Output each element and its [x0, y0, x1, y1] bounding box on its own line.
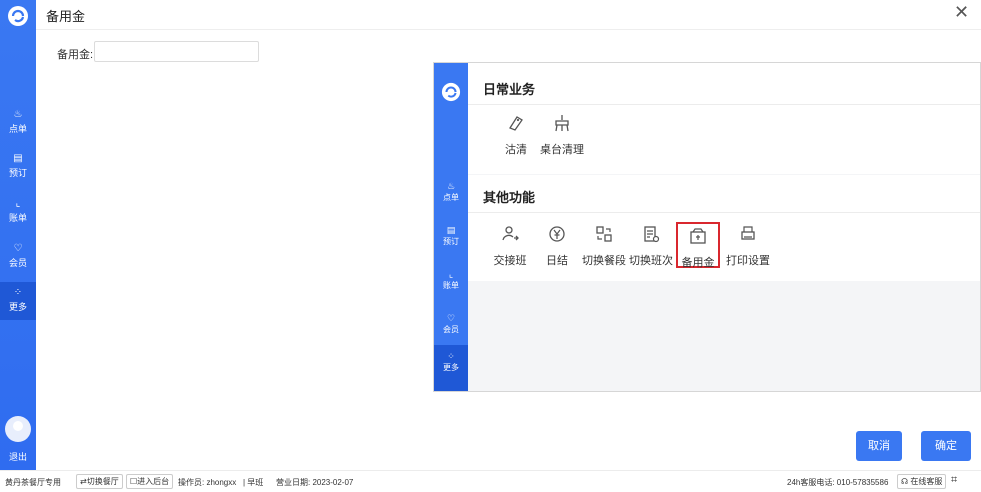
tile-switch-shift: 切换班次: [629, 224, 673, 268]
tile-label: 沽清: [505, 144, 527, 156]
nav-item-label: 账单: [8, 213, 27, 223]
online-service-button[interactable]: ☊ 在线客服: [897, 474, 947, 489]
embedded-nav-label: 预订: [443, 237, 459, 246]
section-title: 日常业务: [483, 82, 536, 97]
nav-item-label: 点单: [8, 124, 27, 134]
hotline: 24h客服电话: 010-57835586: [787, 478, 889, 487]
exit-button[interactable]: 退出: [0, 450, 36, 463]
swap-icon: [596, 226, 612, 242]
business-date: 营业日期: 2023-02-07: [276, 478, 354, 487]
tile-sold-out: 沽清: [494, 113, 538, 157]
tile-label: 备用金: [681, 257, 715, 269]
printer-icon: [741, 226, 755, 240]
calendar-icon: ▤: [13, 153, 23, 164]
nav-item-order[interactable]: ♨ 点单: [0, 104, 36, 142]
embedded-nav-item: ▤ 预订: [434, 219, 468, 255]
tile-print-settings: 打印设置: [726, 224, 770, 268]
nav-item-reserve[interactable]: ▤ 预订: [0, 148, 36, 186]
section-title: 其他功能: [483, 190, 536, 205]
tile-label: 交接班: [493, 255, 527, 267]
dish-icon: ♨: [13, 109, 23, 120]
yen-icon: [549, 226, 565, 242]
nav-item-label: 更多: [8, 302, 27, 312]
tile-switch-period: 切换餐段: [582, 224, 626, 268]
grid-icon: ⁘: [13, 287, 23, 298]
user-swap-icon: [502, 226, 519, 241]
status-bar: 黄丹茶餐厅专用 ⇄切换餐厅 ☐进入后台 操作员: zhongxx | 早班 营业…: [0, 470, 981, 492]
avatar[interactable]: [5, 416, 31, 442]
tile-label: 打印设置: [726, 255, 770, 267]
section-body-other: 交接班 日结 切换餐段 切换班次 备用金 打印设置: [468, 214, 980, 281]
empty-area: [468, 281, 980, 391]
grid-icon: ⁘: [447, 351, 455, 361]
tile-table-clean: 桌台清理: [540, 113, 584, 157]
document-icon: [644, 226, 660, 243]
divider: [36, 29, 981, 30]
chart-icon: ⌞: [15, 198, 21, 209]
embedded-nav-label: 会员: [443, 325, 459, 334]
embedded-nav-item: ♡ 会员: [434, 307, 468, 343]
section-body-daily: 沽清 桌台清理: [468, 106, 980, 174]
tile-reserve-fund: 备用金: [676, 222, 720, 269]
headset-icon: ☊: [901, 477, 911, 486]
tile-label: 日结: [546, 255, 568, 267]
app-logo-icon: [441, 82, 461, 102]
tile-label: 切换餐段: [582, 255, 626, 267]
enter-backend-button[interactable]: ☐进入后台: [126, 474, 174, 489]
member-icon: ♡: [446, 313, 456, 323]
tile-handover: 交接班: [488, 224, 532, 268]
embedded-nav-item: ⌞ 账单: [434, 263, 468, 299]
embedded-nav-label: 点单: [443, 193, 459, 202]
page-title: 备用金: [46, 9, 86, 24]
embedded-nav-label: 更多: [443, 363, 459, 372]
section-header-other: 其他功能: [468, 175, 980, 213]
tile-label: 切换班次: [629, 255, 673, 267]
member-icon: ♡: [13, 243, 23, 254]
embedded-screenshot: ♨ 点单 ▤ 预订 ⌞ 账单 ♡ 会员 ⁘ 更多 日常业务 沽清 桌台清理 其他…: [433, 62, 981, 392]
reserve-fund-input[interactable]: [94, 41, 259, 62]
section-header-daily: 日常业务: [468, 67, 980, 105]
tile-label: 桌台清理: [540, 144, 584, 156]
screenshot-icon[interactable]: ⌗: [951, 474, 957, 487]
operator-label: 操作员: zhongxx: [178, 478, 237, 487]
cash-box-icon: [690, 228, 706, 244]
broom-icon: [555, 115, 569, 132]
embedded-nav-item: ♨ 点单: [434, 175, 468, 211]
left-nav-rail: ♨ 点单 ▤ 预订 ⌞ 账单 ♡ 会员 ⁘ 更多 退出: [0, 0, 36, 470]
nav-item-bill[interactable]: ⌞ 账单: [0, 193, 36, 231]
embedded-nav-rail: ♨ 点单 ▤ 预订 ⌞ 账单 ♡ 会员 ⁘ 更多: [434, 63, 468, 391]
cancel-button[interactable]: 取消: [856, 431, 902, 461]
nav-item-label: 会员: [8, 258, 27, 268]
tile-day-end: 日结: [535, 224, 579, 268]
nav-item-more[interactable]: ⁘ 更多: [0, 282, 36, 320]
switch-restaurant-button[interactable]: ⇄切换餐厅: [76, 474, 123, 489]
app-logo-icon: [8, 6, 28, 26]
embedded-nav-label: 账单: [443, 281, 459, 290]
embedded-nav-item-more: ⁘ 更多: [434, 345, 468, 391]
dish-icon: ♨: [446, 181, 456, 191]
online-service-label: 在线客服: [910, 477, 943, 486]
store-name: 黄丹茶餐厅专用: [5, 478, 61, 487]
shift-label: | 早班: [243, 478, 264, 487]
nav-item-label: 预订: [8, 168, 27, 178]
close-icon[interactable]: ✕: [954, 2, 969, 23]
calendar-icon: ▤: [446, 225, 456, 235]
confirm-button[interactable]: 确定: [921, 431, 971, 461]
reserve-fund-label: 备用金:: [57, 49, 94, 61]
tag-icon: [509, 116, 523, 131]
chart-icon: ⌞: [448, 269, 454, 279]
nav-item-member[interactable]: ♡ 会员: [0, 238, 36, 276]
